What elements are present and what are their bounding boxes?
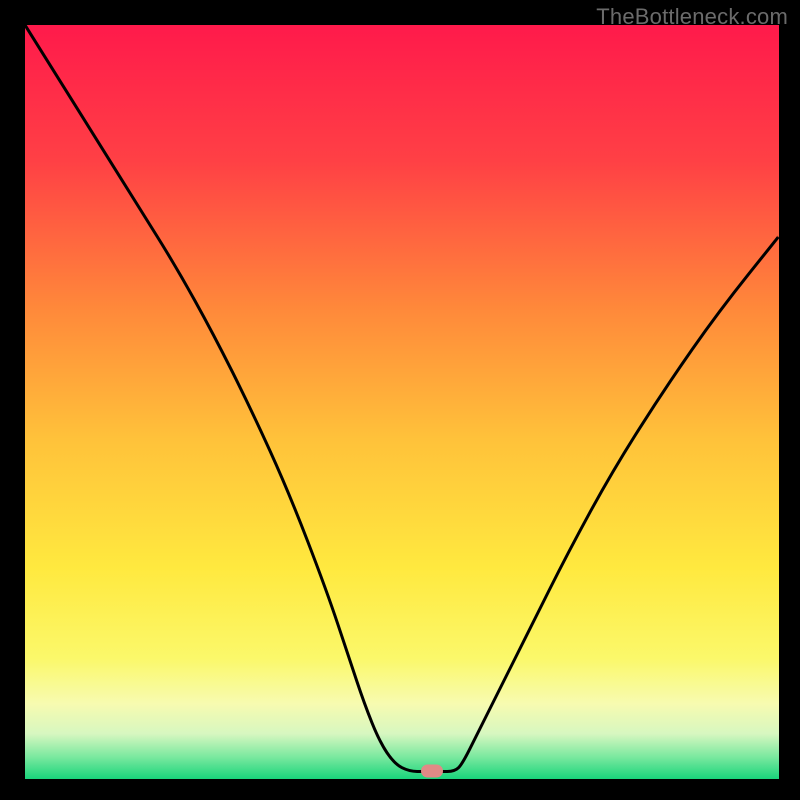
gradient-background: [25, 25, 779, 779]
optimum-marker: [421, 765, 443, 778]
chart-svg: [25, 25, 779, 779]
watermark-text: TheBottleneck.com: [596, 4, 788, 30]
plot-area: [25, 25, 779, 779]
chart-frame: TheBottleneck.com: [0, 0, 800, 800]
